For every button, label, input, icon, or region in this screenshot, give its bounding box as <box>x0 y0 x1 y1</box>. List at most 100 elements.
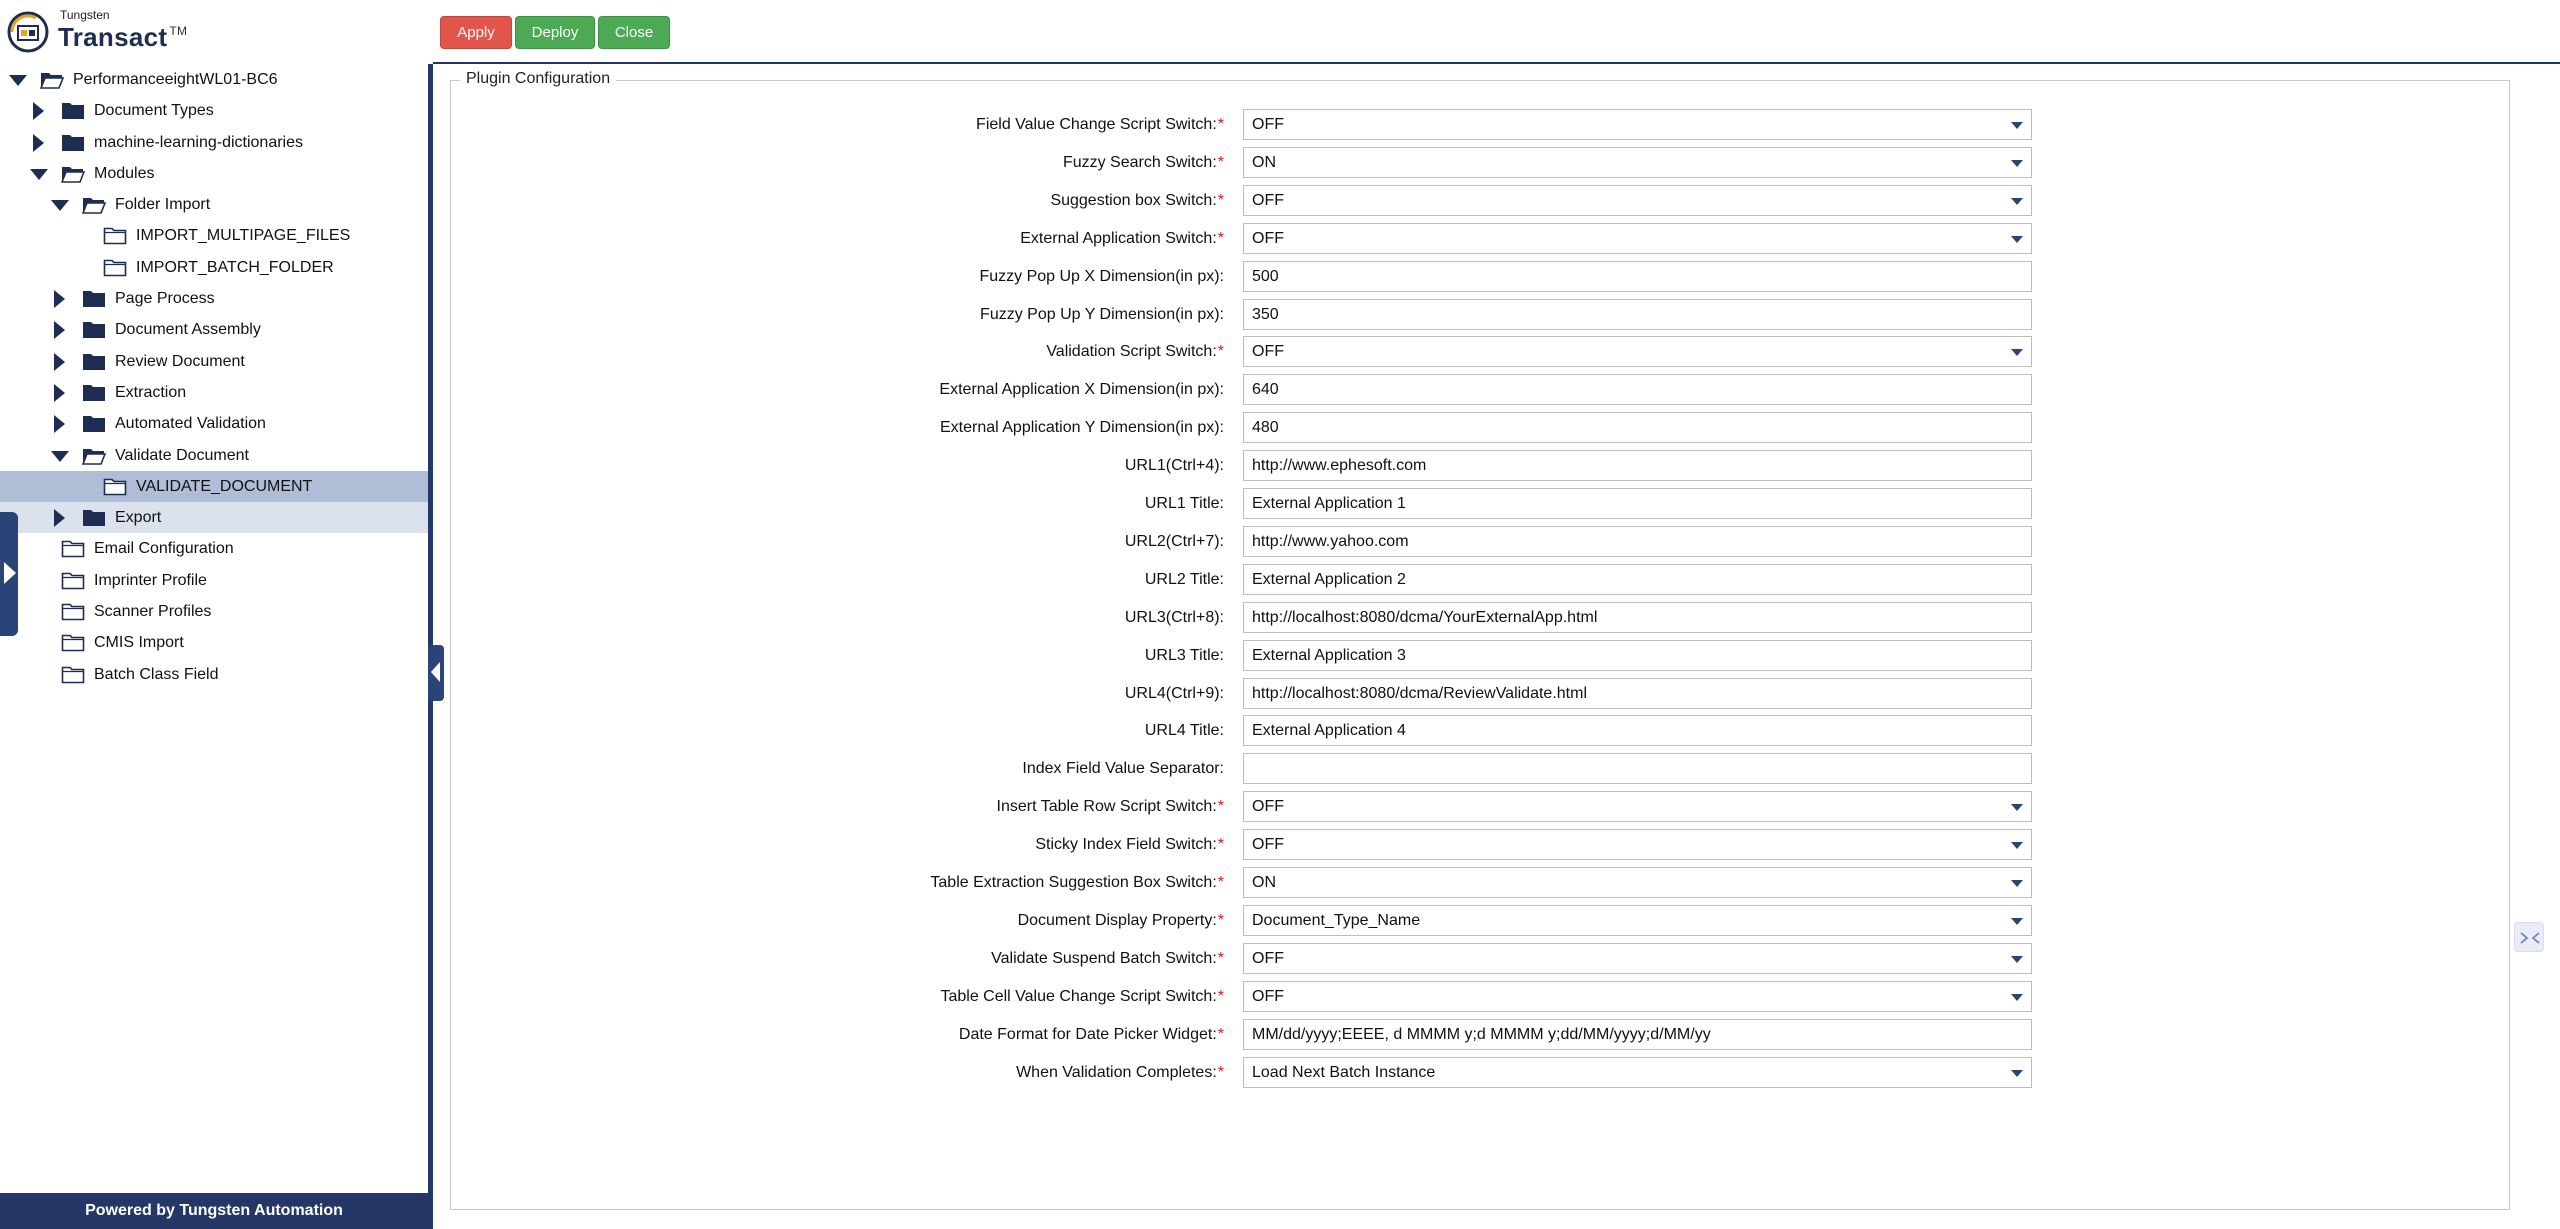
field-value: http://localhost:8080/dcma/ReviewValidat… <box>1252 684 1587 702</box>
field-input[interactable]: External Application 3 <box>1243 639 2032 671</box>
footer-powered-by: Powered by Tungsten Automation <box>0 1193 428 1229</box>
dropdown-caret-icon[interactable] <box>2011 842 2023 850</box>
form-row: When Validation Completes:* Load Next Bat… <box>0 1054 2560 1092</box>
field-label-text: Insert Table Row Script Switch: <box>996 798 1217 816</box>
apply-button[interactable]: Apply <box>440 16 512 49</box>
field-value: OFF <box>1252 949 1284 967</box>
field-value: http://localhost:8080/dcma/YourExternalA… <box>1252 608 1598 626</box>
tree-node-label: PerformanceeightWL01-BC6 <box>73 71 278 88</box>
field-label: URL2(Ctrl+7): <box>1125 533 1224 551</box>
dropdown-caret-icon[interactable] <box>2011 1069 2023 1077</box>
dropdown-caret-icon[interactable] <box>2011 349 2023 357</box>
field-select[interactable]: OFF <box>1243 980 2032 1012</box>
field-label-text: Index Field Value Separator: <box>1022 760 1224 778</box>
field-input[interactable]: 640 <box>1243 374 2032 406</box>
brand-name: Transact TM <box>58 22 187 53</box>
side-handle-icon[interactable] <box>2514 922 2544 952</box>
brand-trademark: TM <box>169 24 188 38</box>
field-value: 480 <box>1252 419 1279 437</box>
required-asterisk: * <box>1217 874 1224 891</box>
dropdown-caret-icon[interactable] <box>2011 917 2023 925</box>
form-row: Fuzzy Search Switch:* ON <box>0 144 2560 182</box>
dropdown-caret-icon[interactable] <box>2011 804 2023 812</box>
field-select[interactable]: ON <box>1243 867 2032 898</box>
field-select[interactable]: OFF <box>1243 109 2032 140</box>
required-asterisk: * <box>1217 949 1224 967</box>
field-input[interactable]: External Application 1 <box>1243 488 2032 519</box>
field-input[interactable] <box>1243 753 2032 785</box>
field-label-text: Date Format for Date Picker Widget: <box>958 1025 1217 1043</box>
field-label: Fuzzy Pop Up Y Dimension(in px): <box>980 306 1224 324</box>
required-asterisk: * <box>1217 836 1224 854</box>
field-value: OFF <box>1252 836 1284 854</box>
field-input[interactable]: External Application 4 <box>1243 715 2032 747</box>
dropdown-caret-icon[interactable] <box>2011 235 2023 243</box>
dropdown-caret-icon[interactable] <box>2011 880 2023 887</box>
field-label-text: Table Extraction Suggestion Box Switch: <box>930 874 1217 891</box>
field-value: External Application 3 <box>1252 646 1406 664</box>
field-label-text: URL1(Ctrl+4): <box>1124 457 1224 475</box>
field-input[interactable]: External Application 2 <box>1243 563 2032 595</box>
field-select[interactable]: Load Next Batch Instance <box>1243 1056 2032 1088</box>
form-row: Validate Suspend Batch Switch:* OFF <box>0 940 2560 978</box>
field-select[interactable]: OFF <box>1243 336 2032 368</box>
field-input[interactable]: http://localhost:8080/dcma/YourExternalA… <box>1243 601 2032 633</box>
field-label: Fuzzy Search Switch:* <box>1063 154 1224 172</box>
field-select[interactable]: OFF <box>1243 942 2032 974</box>
field-value: http://www.ephesoft.com <box>1252 457 1427 475</box>
field-input[interactable]: 350 <box>1243 298 2032 330</box>
field-input[interactable]: 500 <box>1243 260 2032 292</box>
form-row: Fuzzy Pop Up X Dimension(in px): 500 <box>0 258 2560 296</box>
field-value: MM/dd/yyyy;EEEE, d MMMM y;d MMMM y;dd/MM… <box>1252 1025 1711 1043</box>
field-label: Insert Table Row Script Switch:* <box>997 798 1224 816</box>
field-label: URL1 Title: <box>1145 495 1224 513</box>
dropdown-caret-icon[interactable] <box>2011 197 2023 205</box>
field-value: http://www.yahoo.com <box>1252 532 1409 550</box>
dropdown-caret-icon[interactable] <box>2011 993 2023 1001</box>
field-label-text: External Application X Dimension(in px): <box>939 381 1224 399</box>
form-row: URL1 Title: External Application 1 <box>0 485 2560 523</box>
form-row: Fuzzy Pop Up Y Dimension(in px): 350 <box>0 296 2560 334</box>
field-select[interactable]: OFF <box>1243 829 2032 861</box>
required-asterisk: * <box>1217 153 1224 171</box>
field-label: When Validation Completes:* <box>1016 1064 1224 1082</box>
field-input[interactable]: http://www.ephesoft.com <box>1243 450 2032 482</box>
dropdown-caret-icon[interactable] <box>2011 955 2023 963</box>
dropdown-caret-icon[interactable] <box>2011 122 2023 129</box>
field-value: 640 <box>1252 381 1279 399</box>
field-input[interactable]: http://localhost:8080/dcma/ReviewValidat… <box>1243 677 2032 709</box>
toolbar-divider <box>433 62 2560 64</box>
field-label-text: Fuzzy Search Switch: <box>1062 153 1217 171</box>
field-value: OFF <box>1252 191 1284 209</box>
field-input[interactable]: 480 <box>1243 412 2032 444</box>
field-label-text: URL2 Title: <box>1144 570 1224 588</box>
close-button[interactable]: Close <box>598 16 670 49</box>
field-label: Index Field Value Separator: <box>1022 760 1224 778</box>
field-label: URL1(Ctrl+4): <box>1125 457 1224 475</box>
field-label: Validate Suspend Batch Switch:* <box>991 950 1224 968</box>
form-row: Table Extraction Suggestion Box Switch:*… <box>0 864 2560 902</box>
field-label-text: Document Display Property: <box>1017 911 1217 929</box>
required-asterisk: * <box>1217 1025 1224 1043</box>
form-row: Index Field Value Separator: <box>0 750 2560 788</box>
field-value: External Application 1 <box>1252 495 1406 512</box>
field-label: URL2 Title: <box>1145 571 1224 589</box>
tree-node[interactable]: PerformanceeightWL01-BC6 <box>0 64 428 95</box>
field-select[interactable]: Document_Type_Name <box>1243 904 2032 936</box>
field-select[interactable]: OFF <box>1243 184 2032 216</box>
form-row: URL1(Ctrl+4): http://www.ephesoft.com <box>0 447 2560 485</box>
dropdown-caret-icon[interactable] <box>2011 159 2023 167</box>
caret-down-icon[interactable] <box>9 75 27 86</box>
field-value: 500 <box>1252 267 1279 285</box>
deploy-button[interactable]: Deploy <box>515 16 595 49</box>
field-select[interactable]: ON <box>1243 146 2032 178</box>
field-label-text: Table Cell Value Change Script Switch: <box>940 987 1217 1005</box>
field-select[interactable]: OFF <box>1243 222 2032 254</box>
field-input[interactable]: MM/dd/yyyy;EEEE, d MMMM y;d MMMM y;dd/MM… <box>1243 1018 2032 1050</box>
field-value: OFF <box>1252 229 1284 247</box>
plugin-configuration-legend: Plugin Configuration <box>460 70 617 88</box>
field-select[interactable]: OFF <box>1243 791 2032 823</box>
field-label-text: Fuzzy Pop Up X Dimension(in px): <box>979 267 1224 285</box>
field-input[interactable]: http://www.yahoo.com <box>1243 525 2032 557</box>
field-label-text: URL3(Ctrl+8): <box>1124 608 1224 626</box>
